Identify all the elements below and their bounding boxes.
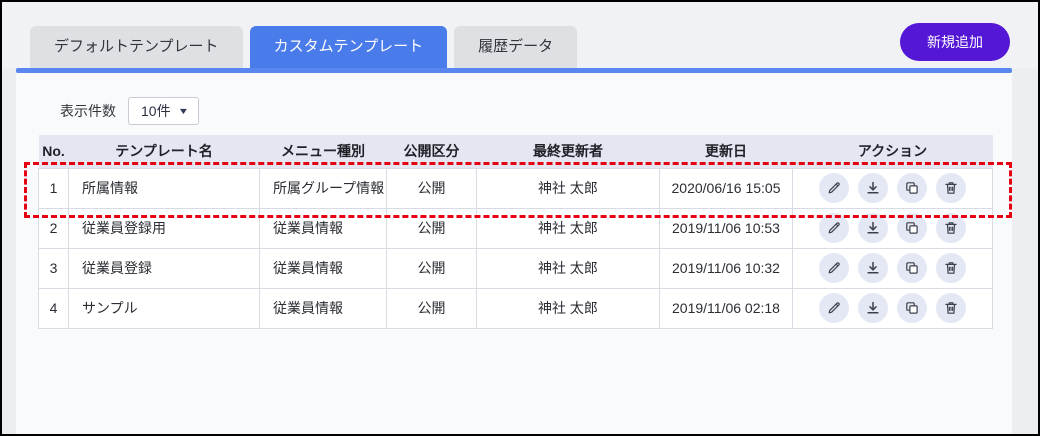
active-tab-underline [16,68,1012,73]
edit-button[interactable] [819,293,849,323]
cell-menu-type: 従業員情報 [259,247,387,289]
cell-updated-by: 神社 太郎 [476,167,660,209]
download-button[interactable] [858,213,888,243]
column-header: 最終更新者 [476,135,660,168]
table-row: 4 サンプル 従業員情報 公開 神社 太郎 2019/11/06 02:18 [38,287,993,329]
caret-down-icon: ▼ [177,106,189,116]
cell-no: 1 [38,167,69,209]
tab-area: デフォルトテンプレート カスタムテンプレート 履歴データ [2,2,1038,68]
action-buttons [793,293,992,323]
download-icon [865,220,881,236]
copy-icon [904,260,920,276]
duplicate-button[interactable] [897,213,927,243]
page-size-select[interactable]: 10件 ▼ [128,97,199,125]
edit-button[interactable] [819,253,849,283]
column-header: メニュー種別 [259,135,387,168]
table-header-row: No. テンプレート名 メニュー種別 公開区分 最終更新者 更新日 アクション [38,135,993,168]
tab-label: カスタムテンプレート [273,38,424,55]
cell-visibility: 公開 [386,287,477,329]
trash-icon [943,300,959,316]
cell-template-name: サンプル [68,287,260,329]
template-table: No. テンプレート名 メニュー種別 公開区分 最終更新者 更新日 アクション 1 所属情報… [38,135,993,329]
column-header: 公開区分 [386,135,477,168]
action-buttons [793,213,992,243]
download-button[interactable] [858,173,888,203]
copy-icon [904,180,920,196]
edit-button[interactable] [819,213,849,243]
table-row: 3 従業員登録 従業員情報 公開 神社 太郎 2019/11/06 10:32 [38,247,993,289]
column-header: No. [38,135,69,168]
cell-visibility: 公開 [386,247,477,289]
content-panel: 表示件数 10件 ▼ No. テンプレート名 メニュー種別 公開区分 最終更新者 更新日ア… [16,73,1012,434]
table-body: 1 所属情報 所属グループ情報 公開 神社 太郎 2020/06/16 15:0… [38,167,993,329]
delete-button[interactable] [936,173,966,203]
trash-icon [943,220,959,236]
template-management-screen: デフォルトテンプレート カスタムテンプレート 履歴データ 新規追加 表示件数 1… [0,0,1040,436]
cell-visibility: 公開 [386,167,477,209]
tab-label: 履歴データ [478,38,554,55]
edit-button[interactable] [819,173,849,203]
cell-updated-at: 2019/11/06 10:32 [659,247,793,289]
cell-actions [792,207,993,249]
column-header: テンプレート名 [68,135,260,168]
list-controls: 表示件数 10件 ▼ [60,97,1012,125]
cell-no: 2 [38,207,69,249]
add-new-button[interactable]: 新規追加 [900,23,1010,61]
download-icon [865,300,881,316]
duplicate-button[interactable] [897,173,927,203]
cell-updated-at: 2019/11/06 02:18 [659,287,793,329]
pencil-icon [826,260,842,276]
table-row: 1 所属情報 所属グループ情報 公開 神社 太郎 2020/06/16 15:0… [38,167,993,209]
trash-icon [943,180,959,196]
table-row: 2 従業員登録用 従業員情報 公開 神社 太郎 2019/11/06 10:53 [38,207,993,249]
action-buttons [793,253,992,283]
download-icon [865,180,881,196]
page-size-value: 10件 [141,103,171,119]
page-size-label: 表示件数 [60,103,116,119]
tab-label: デフォルトテンプレート [54,38,219,55]
cell-no: 3 [38,247,69,289]
delete-button[interactable] [936,293,966,323]
cell-menu-type: 従業員情報 [259,287,387,329]
tab-bar: デフォルトテンプレート カスタムテンプレート 履歴データ [30,26,578,68]
pencil-icon [826,180,842,196]
cell-actions [792,287,993,329]
cell-menu-type: 従業員情報 [259,207,387,249]
cell-template-name: 所属情報 [68,167,260,209]
tab-history-data[interactable]: 履歴データ [454,26,578,68]
cell-actions [792,167,993,209]
download-button[interactable] [858,253,888,283]
column-header: アクション [792,135,993,168]
cell-no: 4 [38,287,69,329]
download-icon [865,260,881,276]
copy-icon [904,300,920,316]
cell-updated-at: 2019/11/06 10:53 [659,207,793,249]
duplicate-button[interactable] [897,293,927,323]
cell-updated-by: 神社 太郎 [476,207,660,249]
cell-updated-by: 神社 太郎 [476,247,660,289]
trash-icon [943,260,959,276]
download-button[interactable] [858,293,888,323]
duplicate-button[interactable] [897,253,927,283]
pencil-icon [826,300,842,316]
action-buttons [793,173,992,203]
pencil-icon [826,220,842,236]
table-head: No. テンプレート名 メニュー種別 公開区分 最終更新者 更新日 アクション [38,135,993,168]
tab-default-template[interactable]: デフォルトテンプレート [30,26,243,68]
cell-template-name: 従業員登録 [68,247,260,289]
cell-menu-type: 所属グループ情報 [259,167,387,209]
cell-template-name: 従業員登録用 [68,207,260,249]
copy-icon [904,220,920,236]
column-header: 更新日 [659,135,793,168]
tab-custom-template[interactable]: カスタムテンプレート [249,26,448,68]
delete-button[interactable] [936,253,966,283]
cell-visibility: 公開 [386,207,477,249]
delete-button[interactable] [936,213,966,243]
cell-updated-at: 2020/06/16 15:05 [659,167,793,209]
cell-actions [792,247,993,289]
cell-updated-by: 神社 太郎 [476,287,660,329]
